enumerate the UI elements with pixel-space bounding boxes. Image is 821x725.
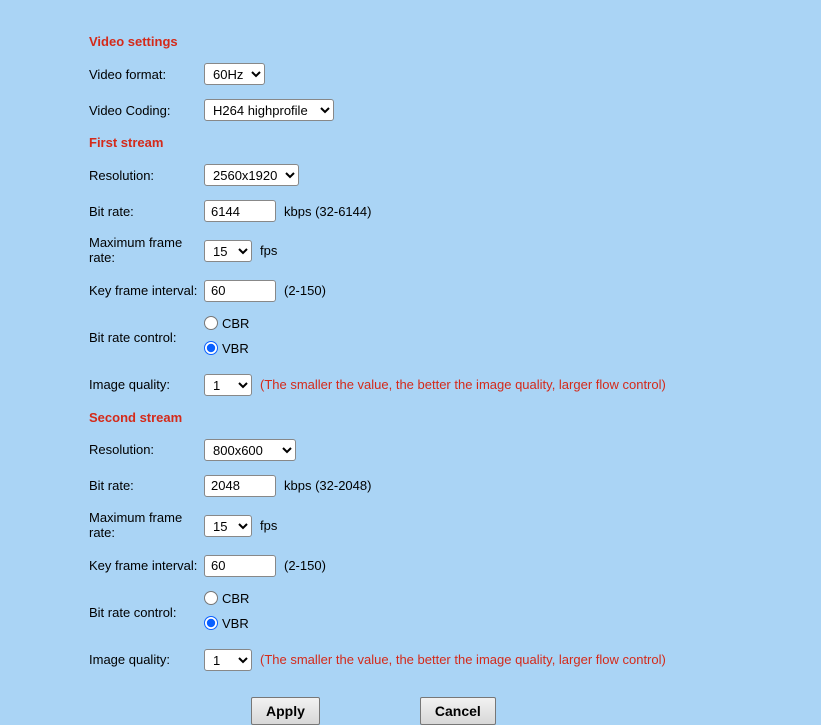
s2-brc-vbr-label: VBR <box>222 616 249 631</box>
s1-kfi-hint: (2-150) <box>284 283 326 298</box>
s1-brc-vbr[interactable]: VBR <box>204 341 249 356</box>
label-s2-iq: Image quality: <box>89 652 204 667</box>
s1-bitrate-input[interactable] <box>204 200 276 222</box>
s2-brc-cbr-radio[interactable] <box>204 591 218 605</box>
apply-button[interactable]: Apply <box>251 697 320 725</box>
s1-brc-vbr-radio[interactable] <box>204 341 218 355</box>
section-header-video-settings: Video settings <box>89 34 821 49</box>
cancel-button[interactable]: Cancel <box>420 697 496 725</box>
s1-fps-hint: fps <box>260 243 277 258</box>
s2-maxfr-select[interactable]: 15 <box>204 515 252 537</box>
s2-brc-cbr[interactable]: CBR <box>204 591 249 606</box>
section-header-first-stream: First stream <box>89 135 821 150</box>
s2-brc-cbr-label: CBR <box>222 591 249 606</box>
s2-brc-vbr[interactable]: VBR <box>204 616 249 631</box>
section-header-second-stream: Second stream <box>89 410 821 425</box>
label-s1-iq: Image quality: <box>89 377 204 392</box>
s1-brc-cbr-label: CBR <box>222 316 249 331</box>
video-format-select[interactable]: 60Hz <box>204 63 265 85</box>
s1-brc-cbr[interactable]: CBR <box>204 316 249 331</box>
s2-iq-hint: (The smaller the value, the better the i… <box>260 652 666 667</box>
label-s2-kfi: Key frame interval: <box>89 558 204 573</box>
s2-iq-select[interactable]: 1 <box>204 649 252 671</box>
label-s1-maxfr: Maximum frame rate: <box>89 236 204 266</box>
label-s1-brc: Bit rate control: <box>89 330 204 345</box>
label-s2-brc: Bit rate control: <box>89 605 204 620</box>
s1-kfi-input[interactable] <box>204 280 276 302</box>
s1-iq-hint: (The smaller the value, the better the i… <box>260 377 666 392</box>
s1-brc-cbr-radio[interactable] <box>204 316 218 330</box>
label-s2-bitrate: Bit rate: <box>89 478 204 493</box>
label-s1-bitrate: Bit rate: <box>89 204 204 219</box>
video-coding-select[interactable]: H264 highprofile <box>204 99 334 121</box>
label-video-format: Video format: <box>89 67 204 82</box>
s1-iq-select[interactable]: 1 <box>204 374 252 396</box>
s1-resolution-select[interactable]: 2560x1920 <box>204 164 299 186</box>
s2-kfi-hint: (2-150) <box>284 558 326 573</box>
label-s1-kfi: Key frame interval: <box>89 283 204 298</box>
s1-maxfr-select[interactable]: 15 <box>204 240 252 262</box>
label-s1-resolution: Resolution: <box>89 168 204 183</box>
label-s2-resolution: Resolution: <box>89 442 204 457</box>
s2-kfi-input[interactable] <box>204 555 276 577</box>
s2-fps-hint: fps <box>260 518 277 533</box>
s2-bitrate-hint: kbps (32-2048) <box>284 478 371 493</box>
s1-brc-vbr-label: VBR <box>222 341 249 356</box>
s1-bitrate-hint: kbps (32-6144) <box>284 204 371 219</box>
s2-brc-vbr-radio[interactable] <box>204 616 218 630</box>
label-s2-maxfr: Maximum frame rate: <box>89 511 204 541</box>
s2-resolution-select[interactable]: 800x600 <box>204 439 296 461</box>
s2-bitrate-input[interactable] <box>204 475 276 497</box>
label-video-coding: Video Coding: <box>89 103 204 118</box>
